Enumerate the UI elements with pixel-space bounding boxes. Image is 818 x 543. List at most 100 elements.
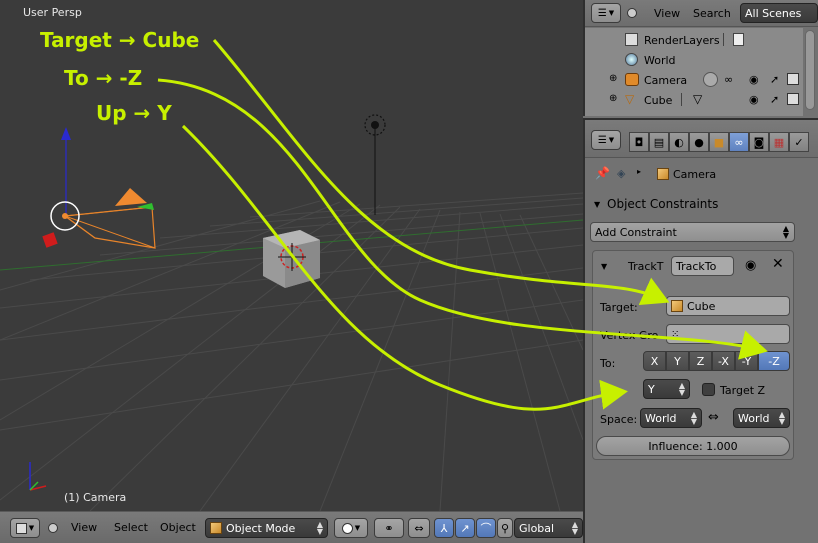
chevron-down-icon: ▼ — [608, 9, 615, 17]
tab-object-data[interactable]: ◙ — [749, 132, 769, 152]
to-axis-neg-x[interactable]: -X — [712, 351, 735, 371]
annotation-to: To → -Z — [64, 66, 143, 90]
outliner-item-label: World — [644, 54, 676, 67]
tab-world[interactable]: ● — [689, 132, 709, 152]
checker-icon: ▦ — [773, 135, 785, 149]
cursor-icon[interactable]: ➚ — [770, 73, 779, 86]
chevron-down-icon: ▼ — [608, 136, 615, 144]
vertex-group-label: Vertex Gro — [600, 329, 659, 342]
tab-object[interactable]: ■ — [709, 132, 729, 152]
scene-icon: ◐ — [674, 135, 684, 149]
scene-filter-select[interactable]: All Scenes — [740, 3, 818, 23]
tab-render[interactable]: ◘ — [629, 132, 649, 152]
eye-icon[interactable]: ◉ — [749, 93, 759, 106]
outliner-item-world[interactable]: World — [585, 50, 803, 70]
mode-select[interactable]: Object Mode ▲ ▼ — [205, 518, 328, 538]
constraint-icon: ∞ — [734, 135, 744, 149]
constraint-collapse-icon[interactable]: ▼ — [601, 262, 607, 271]
tab-texture[interactable]: ▦ — [769, 132, 789, 152]
to-axis-neg-y[interactable]: -Y — [735, 351, 758, 371]
translate-toggle[interactable]: ⅄ — [434, 518, 454, 538]
to-axis-y[interactable]: Y — [666, 351, 689, 371]
outliner-item-renderlayers[interactable]: RenderLayers — [585, 30, 803, 50]
3d-viewport[interactable]: User Persp (1) Camera Target → Cube To →… — [0, 0, 583, 511]
target-value: Cube — [687, 299, 716, 313]
tab-render-layers[interactable]: ▤ — [649, 132, 669, 152]
constraint-name-field[interactable]: TrackTo — [671, 256, 734, 276]
collapse-menu-button[interactable] — [46, 518, 60, 538]
editor-type-button[interactable]: ▼ — [10, 518, 40, 538]
tab-physics[interactable]: ✓ — [789, 132, 809, 152]
add-constraint-select[interactable]: Add Constraint ▲ ▼ — [590, 222, 795, 242]
target-field[interactable]: Cube — [666, 296, 790, 316]
menu-object[interactable]: Object — [160, 521, 196, 534]
tab-constraints[interactable]: ∞ — [729, 132, 749, 152]
viewport-title: User Persp — [23, 6, 82, 19]
cursor-icon[interactable]: ➚ — [770, 93, 779, 106]
breadcrumb-arrow-icon: ▸ — [637, 167, 642, 176]
scale-toggle[interactable]: ⌒ — [476, 518, 496, 538]
expand-icon[interactable]: ⊕ — [609, 73, 617, 84]
manipulator-toggle[interactable]: ⇔ — [408, 518, 430, 538]
owner-space-select[interactable]: World ▲ ▼ — [640, 408, 702, 428]
tab-scene[interactable]: ◐ — [669, 132, 689, 152]
render-icon[interactable] — [787, 73, 799, 85]
world-icon: ● — [694, 135, 704, 149]
collapse-icon[interactable] — [627, 8, 637, 21]
render-icon[interactable] — [787, 93, 799, 105]
lamp-object[interactable] — [364, 114, 386, 215]
close-icon[interactable]: ✕ — [772, 256, 784, 272]
solid-sphere-icon — [341, 522, 353, 534]
rotate-toggle[interactable]: ↗ — [455, 518, 475, 538]
object-mode-icon — [210, 522, 222, 534]
transform-orientation-icon-button[interactable]: ⚲ — [497, 518, 513, 538]
menu-select[interactable]: Select — [114, 521, 148, 534]
outliner-editor-type-button[interactable]: ☰ ▼ — [591, 3, 621, 23]
pivot-icon: ⚭ — [384, 521, 394, 535]
orientation-select[interactable]: Global ▲ ▼ — [514, 518, 583, 538]
updown-arrows-icon: ▲ ▼ — [778, 410, 785, 426]
menu-view[interactable]: View — [71, 521, 97, 534]
target-z-checkbox[interactable] — [702, 383, 715, 396]
camera-object[interactable] — [42, 127, 156, 249]
cube-object[interactable] — [263, 230, 320, 288]
expand-icon[interactable]: ⊕ — [609, 93, 617, 104]
updown-arrows-icon: ▲ ▼ — [782, 224, 789, 240]
camera-icon — [625, 73, 639, 86]
mode-select-value: Object Mode — [226, 521, 296, 535]
cube-editor-icon — [15, 522, 27, 534]
properties-icon: ☰ — [597, 134, 607, 146]
outliner-item-camera[interactable]: ⊕ Camera ∞ ◉ ➚ — [585, 70, 803, 90]
to-axis-x[interactable]: X — [643, 351, 666, 371]
to-axis-z[interactable]: Z — [689, 351, 712, 371]
properties-editor-type-button[interactable]: ☰ ▼ — [591, 130, 621, 150]
pivot-button[interactable]: ⚭ — [374, 518, 404, 538]
manipulator-icon: ⇔ — [414, 521, 424, 535]
panel-collapse-icon[interactable]: ▼ — [594, 200, 600, 209]
outliner-item-label: RenderLayers — [644, 34, 720, 47]
target-space-select[interactable]: World ▲ ▼ — [733, 408, 790, 428]
image-icon — [733, 33, 744, 46]
outliner-menu-view[interactable]: View — [654, 7, 680, 20]
outliner-icon: ☰ — [597, 7, 607, 19]
influence-slider[interactable]: Influence: 1.000 — [596, 436, 790, 456]
constraint-name-value: TrackTo — [676, 259, 717, 273]
vertex-group-field[interactable]: ⁙ — [666, 324, 790, 344]
outliner-menu-search[interactable]: Search — [693, 7, 731, 20]
outliner-scrollbar[interactable] — [805, 30, 815, 110]
outliner-item-cube[interactable]: ⊕ ▽ Cube ▽ ◉ ➚ — [585, 90, 803, 110]
eye-icon[interactable]: ◉ — [749, 73, 759, 86]
eye-icon[interactable]: ◉ — [745, 258, 756, 273]
object-breadcrumb-icon — [657, 168, 669, 180]
to-axis-neg-z[interactable]: -Z — [758, 351, 790, 371]
rotate-icon: ↗ — [460, 521, 470, 535]
updown-arrows-icon: ▲ ▼ — [678, 381, 685, 397]
up-axis-select[interactable]: Y ▲ ▼ — [643, 379, 690, 399]
separator — [723, 33, 724, 46]
scene-breadcrumb-icon: ◈ — [617, 167, 626, 180]
owner-space-value: World — [645, 411, 677, 425]
pin-icon[interactable]: 📌 — [595, 166, 610, 180]
scene-filter-value: All Scenes — [745, 6, 802, 20]
shading-button[interactable]: ▼ — [334, 518, 368, 538]
camera-data-icon: ◙ — [753, 135, 765, 149]
